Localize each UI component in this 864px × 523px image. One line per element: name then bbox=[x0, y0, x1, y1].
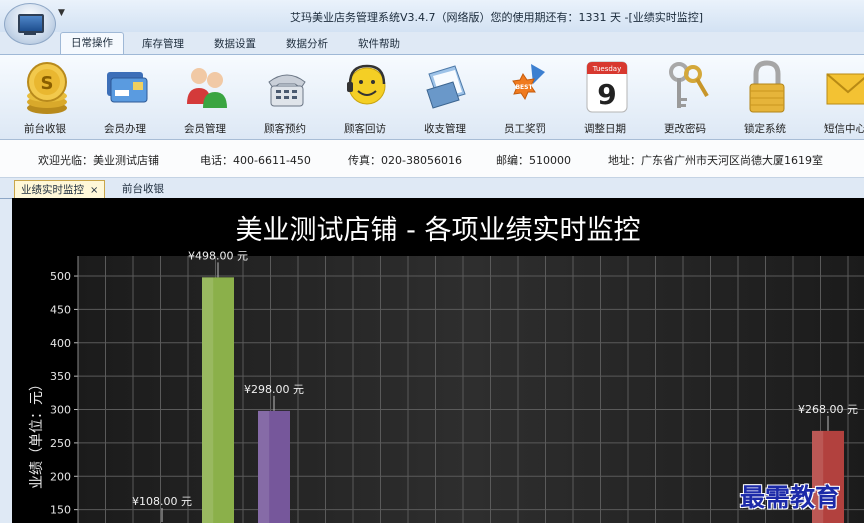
ribbon-label: 短信中心 bbox=[824, 123, 864, 135]
title-bar: ▼ 艾玛美业店务管理系统V3.4.7（网络版）您的使用期还有：1331 天 -[… bbox=[0, 0, 864, 45]
y-tick-label: 150 bbox=[50, 504, 71, 517]
phone-text: 电话：400-6611-450 bbox=[200, 154, 311, 167]
postcode-text: 邮编：510000 bbox=[496, 154, 571, 167]
doc-tab-performance-monitor[interactable]: 业绩实时监控 × bbox=[14, 180, 106, 199]
y-tick-label: 400 bbox=[50, 337, 71, 350]
ribbon-toolbar: S 前台收银 会员办理 会员管理 顾客预约 顾客回访 收支管理 BEST 员工奖… bbox=[0, 54, 864, 140]
headset-icon bbox=[347, 64, 386, 105]
svg-text:S: S bbox=[41, 73, 54, 94]
ribbon-button-staff-rewards[interactable]: BEST 员工奖罚 bbox=[485, 55, 565, 139]
svg-text:BEST: BEST bbox=[515, 84, 533, 91]
doc-tab-label: 前台收银 bbox=[122, 183, 164, 195]
ribbon-button-cashier[interactable]: S 前台收银 bbox=[5, 55, 85, 139]
window-title: 艾玛美业店务管理系统V3.4.7（网络版）您的使用期还有：1331 天 -[业绩… bbox=[290, 11, 704, 24]
ribbon-label: 员工奖罚 bbox=[504, 123, 546, 135]
y-tick-label: 300 bbox=[50, 404, 71, 417]
performance-chart: 150 200 250 300 350 400 450 500 ¥108.00 元 ¥498.00… bbox=[12, 198, 864, 523]
quick-access-dropdown-icon[interactable]: ▼ bbox=[58, 8, 65, 18]
padlock-icon bbox=[749, 60, 785, 113]
notebook-icon bbox=[426, 65, 466, 109]
tab-data-settings[interactable]: 数据设置 bbox=[202, 34, 268, 54]
data-label: ¥268.00 元 bbox=[798, 403, 858, 416]
data-label: ¥498.00 元 bbox=[188, 249, 248, 262]
bar-highlight bbox=[258, 410, 270, 523]
chart-title: 美业测试店铺 - 各项业绩实时监控 bbox=[235, 215, 641, 246]
people-icon bbox=[187, 68, 227, 108]
ribbon-label: 前台收银 bbox=[24, 123, 66, 135]
y-tick-label: 200 bbox=[50, 470, 71, 483]
ribbon-label: 锁定系统 bbox=[744, 123, 786, 135]
tab-inventory[interactable]: 库存管理 bbox=[130, 34, 196, 54]
ribbon-label: 顾客回访 bbox=[344, 123, 386, 135]
watermark: 最需教育 bbox=[740, 483, 841, 512]
data-label: ¥108.00 元 bbox=[132, 495, 192, 508]
y-tick-label: 250 bbox=[50, 437, 71, 450]
ribbon-label: 顾客预约 bbox=[264, 123, 306, 135]
doc-tab-cashier[interactable]: 前台收银 bbox=[116, 180, 170, 198]
calendar-icon: Tuesday 9 bbox=[586, 61, 628, 113]
badge-icon: BEST bbox=[512, 64, 545, 101]
bar-highlight bbox=[202, 277, 214, 523]
ribbon-button-adjust-date[interactable]: Tuesday 9 调整日期 bbox=[565, 55, 645, 139]
coins-icon: S bbox=[27, 62, 67, 114]
ribbon-button-sms-center[interactable]: 短信中心 bbox=[805, 55, 864, 139]
ribbon-button-appointment[interactable]: 顾客预约 bbox=[245, 55, 325, 139]
ribbon-label: 调整日期 bbox=[584, 123, 626, 135]
y-tick-label: 350 bbox=[50, 370, 71, 383]
fax-text: 传真：020-38056016 bbox=[348, 154, 462, 167]
ribbon-label: 会员办理 bbox=[104, 123, 146, 135]
ribbon-tabs: 日常操作 库存管理 数据设置 数据分析 软件帮助 bbox=[56, 32, 864, 55]
y-tick-label: 450 bbox=[50, 303, 71, 316]
close-icon[interactable]: × bbox=[90, 185, 98, 196]
ribbon-label: 更改密码 bbox=[664, 123, 706, 135]
tab-daily-operations[interactable]: 日常操作 bbox=[60, 32, 124, 55]
data-label: ¥298.00 元 bbox=[244, 383, 304, 396]
y-axis-label: 业绩（单位：元） bbox=[29, 377, 45, 489]
store-info-bar: 欢迎光临：美业测试店铺 电话：400-6611-450 传真：020-38056… bbox=[0, 140, 864, 178]
welcome-text: 欢迎光临：美业测试店铺 bbox=[38, 154, 159, 167]
ribbon-button-member-register[interactable]: 会员办理 bbox=[85, 55, 165, 139]
member-card-icon bbox=[107, 72, 148, 103]
ribbon-label: 会员管理 bbox=[184, 123, 226, 135]
address-text: 地址：广东省广州市天河区尚德大厦1619室 bbox=[608, 154, 823, 167]
tab-data-analysis[interactable]: 数据分析 bbox=[274, 34, 340, 54]
ribbon-button-change-password[interactable]: 更改密码 bbox=[645, 55, 725, 139]
ribbon-button-lock-system[interactable]: 锁定系统 bbox=[725, 55, 805, 139]
document-tabs: 业绩实时监控 × 前台收银 bbox=[0, 178, 864, 199]
ribbon-button-member-management[interactable]: 会员管理 bbox=[165, 55, 245, 139]
ribbon-button-follow-up[interactable]: 顾客回访 bbox=[325, 55, 405, 139]
phone-icon bbox=[268, 74, 306, 107]
tab-software-help[interactable]: 软件帮助 bbox=[346, 34, 412, 54]
ribbon-button-income-expense[interactable]: 收支管理 bbox=[405, 55, 485, 139]
keys-icon bbox=[669, 62, 709, 108]
monitor-icon bbox=[18, 14, 44, 33]
y-tick-label: 500 bbox=[50, 270, 71, 283]
doc-tab-label: 业绩实时监控 bbox=[21, 184, 84, 196]
svg-text:9: 9 bbox=[597, 78, 616, 111]
svg-text:Tuesday: Tuesday bbox=[592, 65, 621, 73]
ribbon-label: 收支管理 bbox=[424, 123, 466, 135]
envelope-icon bbox=[826, 73, 864, 105]
app-menu-button[interactable] bbox=[4, 3, 56, 45]
